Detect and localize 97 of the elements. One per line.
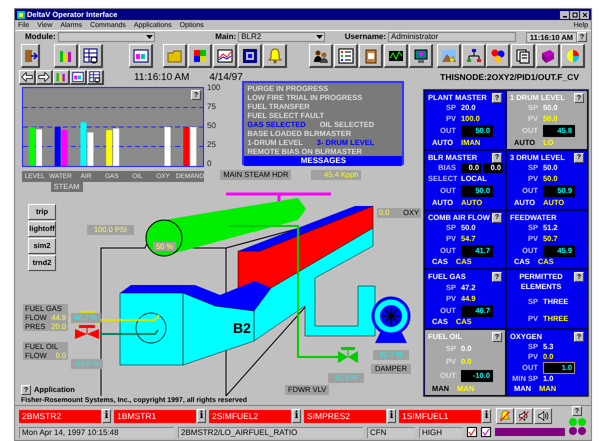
network-icon [466, 48, 482, 64]
toolbar-button[interactable] [53, 70, 70, 84]
speaker-icon [537, 410, 549, 422]
toolbar-button[interactable] [536, 44, 560, 68]
close-icon [582, 12, 588, 18]
dropdown-arrow-icon [145, 33, 154, 41]
silence-button[interactable] [496, 408, 514, 424]
toolbar-button[interactable] [384, 44, 408, 68]
alarm-tag[interactable]: SIMPRES2 [304, 410, 386, 422]
alarm-datetime: Mon Apr 14, 1997 10:15:48 [19, 426, 174, 438]
display-icon [132, 48, 148, 64]
alarm-type: CFN [367, 426, 415, 438]
landscape-icon [440, 48, 456, 64]
axis-tick-label: 0 [207, 160, 212, 168]
toolbar-button[interactable] [87, 70, 104, 84]
fan-icon [372, 296, 410, 343]
axis-tick-label: 25 [207, 141, 217, 149]
toolbar-button[interactable] [437, 44, 461, 68]
info-button[interactable]: i [387, 409, 396, 423]
toolbar-button[interactable] [263, 44, 287, 68]
toolbar-button[interactable] [21, 44, 40, 68]
field-label: Username: [344, 31, 386, 43]
date-display: 4/14/97 [209, 70, 243, 84]
checkbox-icon[interactable] [481, 427, 491, 437]
app-icon [17, 10, 25, 18]
field-label: Module: [25, 31, 56, 43]
line-chart-icon [216, 48, 232, 64]
oil-valve-icon [75, 325, 99, 339]
color-grid-icon [192, 48, 208, 64]
list-icon [338, 48, 354, 64]
alarm-priority: HIGH [419, 426, 463, 438]
arrow-right-icon [38, 70, 50, 82]
monitor-icon [412, 48, 428, 64]
status-indicator-bar [495, 428, 565, 436]
speaker-button[interactable] [534, 408, 552, 424]
toolbar-button[interactable] [511, 44, 535, 68]
folder-icon [166, 48, 182, 64]
muted-bell-icon [499, 410, 511, 422]
frame-icon [242, 48, 258, 64]
alarm-tag[interactable]: 2BMSTR2 [19, 410, 101, 422]
toolbar-button[interactable] [19, 70, 36, 84]
toolbar-button[interactable] [309, 44, 333, 68]
dropdown-arrow-icon [314, 33, 324, 41]
table-search-icon [82, 48, 98, 64]
toolbar-button[interactable] [486, 44, 510, 68]
toolbar-button[interactable] [238, 44, 262, 68]
info-button[interactable]: i [197, 409, 206, 423]
color-balls-icon [490, 48, 506, 64]
toolbar-button[interactable] [334, 44, 358, 68]
bell-icon [266, 48, 282, 64]
alarm-description: 2BMSTR2/LO_AIRFUEL_RATIO [178, 426, 363, 438]
axis-tick-label: 100 [207, 84, 220, 92]
muted-speaker-icon [518, 410, 530, 422]
checkbox-icon[interactable] [467, 427, 477, 437]
toolbar-button[interactable] [409, 44, 433, 68]
boiler-label: B2 [233, 321, 251, 335]
clipboard-icon [362, 48, 378, 64]
restore-icon [572, 12, 578, 18]
fuel-line-drawing [100, 314, 160, 335]
main-dropdown[interactable]: BLR2 [238, 32, 325, 42]
axis-tick-label: 75 [207, 103, 217, 111]
toolbar-button[interactable] [359, 44, 383, 68]
mute-button[interactable] [515, 408, 533, 424]
alarm-tag[interactable]: 1BMSTR1 [114, 410, 196, 422]
feedwater-valve-icon [338, 347, 358, 363]
toolbar-button[interactable] [462, 44, 486, 68]
messages-title: MESSAGES [244, 156, 402, 166]
minimize-button[interactable] [560, 10, 569, 18]
exit-icon [22, 48, 38, 64]
toolbar-button[interactable] [188, 44, 212, 68]
time-display: 11:16:10 AM [134, 70, 190, 84]
bar-chart-icon [55, 70, 67, 82]
info-button[interactable]: i [292, 409, 301, 423]
restore-button[interactable] [570, 10, 579, 18]
info-button[interactable]: i [482, 409, 491, 423]
table-search-icon [89, 70, 101, 82]
toolbar-button[interactable] [36, 70, 53, 84]
toolbar-button[interactable] [79, 44, 103, 68]
papers-icon [514, 48, 530, 64]
username-field: Administrator [388, 32, 516, 42]
pie-chart-icon [564, 48, 580, 64]
tag-path: THISNODE:2OXY2/PID1/OUT.F_CV [440, 70, 579, 84]
alarm-tag[interactable]: 2SIMFUEL2 [209, 410, 291, 422]
display-icon [72, 70, 84, 82]
alarm-tag[interactable]: 1SIMFUEL1 [399, 410, 481, 422]
arrow-left-icon [21, 70, 33, 82]
toolbar-button[interactable] [561, 44, 585, 68]
toolbar-button[interactable] [129, 44, 153, 68]
info-button[interactable]: i [102, 409, 111, 423]
toolbar-button[interactable] [163, 44, 187, 68]
toolbar-button[interactable] [54, 44, 78, 68]
toolbar-button[interactable] [70, 70, 87, 84]
close-button[interactable] [580, 10, 589, 18]
field-label: Main: [215, 31, 236, 43]
axis-tick-label: 50 [207, 122, 217, 130]
toolbar-button[interactable] [213, 44, 237, 68]
people-icon [312, 48, 328, 64]
